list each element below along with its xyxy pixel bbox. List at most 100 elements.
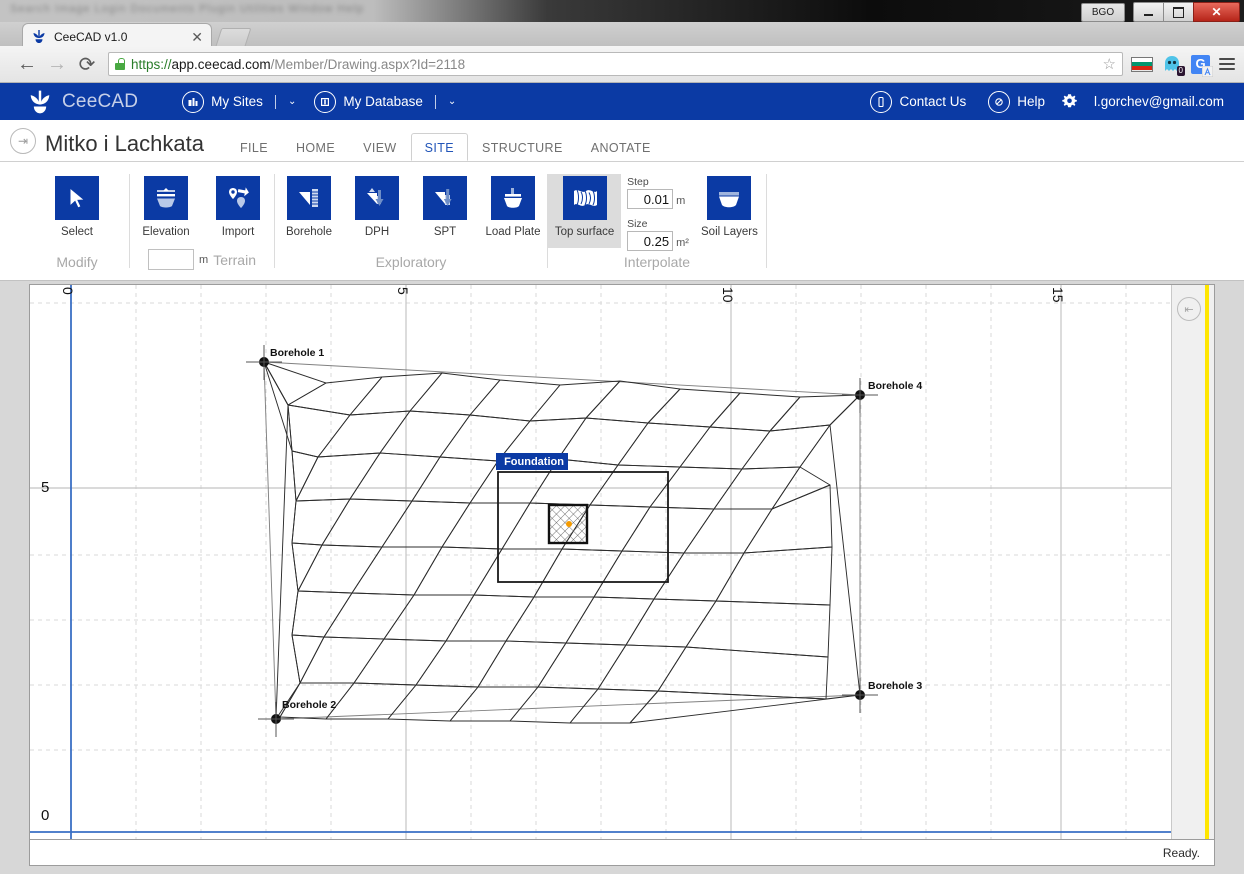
browser-navbar: ← → ⟳ https://app.ceecad.com/Member/Draw… (0, 46, 1244, 83)
terrain-elevation-input[interactable] (148, 249, 195, 270)
right-side-panel: ⇤ (1171, 285, 1214, 839)
browser-tabstrip: CeeCAD v1.0 ✕ (0, 22, 1244, 49)
tab-structure[interactable]: STRUCTURE (468, 133, 577, 161)
nav-contact-us[interactable]: Contact Us (870, 90, 967, 113)
ghostery-icon[interactable]: 0 (1162, 54, 1185, 76)
page-title: Mitko i Lachkata (45, 131, 204, 156)
tool-soil-layers-label: Soil Layers (701, 226, 758, 238)
minimize-button[interactable] (1133, 2, 1164, 22)
window-controls: BGO ✕ (1081, 2, 1240, 22)
import-pin-icon (216, 176, 260, 220)
reload-icon[interactable]: ⟳ (72, 49, 102, 79)
load-plate-icon (491, 176, 535, 220)
bgo-language-button[interactable]: BGO (1081, 2, 1125, 22)
tab-site[interactable]: SITE (410, 133, 469, 161)
brand[interactable]: CeeCAD (27, 89, 138, 115)
size-label: Size (627, 218, 648, 230)
dph-icon (355, 176, 399, 220)
nav-contact-us-label: Contact Us (899, 94, 967, 109)
footing-center-marker (566, 521, 572, 527)
google-translate-icon[interactable]: G (1191, 54, 1213, 77)
forward-arrow-icon[interactable]: → (42, 49, 72, 79)
borehole-icon (287, 176, 331, 220)
tool-dph-label: DPH (364, 226, 390, 238)
phone-icon (870, 90, 893, 113)
close-icon[interactable]: ✕ (191, 30, 203, 44)
tool-top-surface[interactable]: Top surface (548, 174, 622, 248)
ribbon-group-terrain: Elevation Import m Terrain (130, 162, 274, 280)
ribbon-group-interpolate-label: Interpolate (623, 254, 691, 270)
tool-import[interactable]: Import (202, 174, 274, 238)
brand-name: CeeCAD (62, 90, 139, 112)
top-surface-icon (562, 176, 607, 220)
tab-home[interactable]: HOME (282, 133, 349, 161)
panel-collapse-icon[interactable]: ⇤ (1177, 297, 1201, 321)
tool-select[interactable]: Select (40, 174, 114, 238)
cursor-arrow-icon (55, 176, 99, 220)
nav-help[interactable]: Help (988, 90, 1045, 113)
status-bar: Ready. (29, 840, 1215, 866)
app-header-right: Contact Us Help l.gorchev@gmail.com (870, 90, 1224, 113)
tool-select-label: Select (61, 226, 93, 238)
ribbon-group-modify: Select Modify (25, 162, 129, 280)
gear-icon[interactable] (1061, 93, 1078, 110)
tab-file[interactable]: FILE (226, 133, 282, 161)
tool-elevation[interactable]: Elevation (130, 174, 202, 238)
bookmark-star-icon[interactable]: ☆ (1103, 55, 1116, 73)
browser-tab-title: CeeCAD v1.0 (54, 29, 128, 44)
chevron-down-icon[interactable]: ⌄ (448, 96, 456, 107)
size-field-group: Size 0.25 m² (627, 218, 689, 251)
drawing-canvas[interactable]: Foundation Borehole 1 Borehole 4 Borehol… (29, 284, 1215, 840)
size-unit: m² (676, 237, 689, 249)
minor-gridlines (30, 285, 1214, 839)
elevation-icon (144, 176, 188, 220)
sites-building-icon (182, 90, 205, 113)
nav-help-label: Help (1017, 94, 1045, 109)
foundation-label: Foundation (504, 455, 564, 468)
major-gridlines (30, 285, 1214, 839)
nav-my-database-label: My Database (343, 94, 423, 109)
panel-scroll-indicator[interactable] (1205, 285, 1209, 839)
bulgarian-flag-icon[interactable] (1131, 56, 1153, 72)
url-path: /Member/Drawing.aspx?Id=2118 (270, 56, 466, 72)
tool-load-plate[interactable]: Load Plate (479, 174, 547, 238)
app-nav: My Sites ⌄ My Database ⌄ (182, 90, 456, 113)
interpolate-fields: Step 0.01 m Size 0.25 m² (627, 174, 689, 251)
soil-layers-icon (707, 176, 752, 220)
tab-view[interactable]: VIEW (349, 133, 411, 161)
back-arrow-icon[interactable]: ← (12, 49, 42, 79)
size-input[interactable]: 0.25 (627, 231, 674, 251)
maximize-button[interactable] (1163, 2, 1194, 22)
background-window-menu: Search Image Login Documents Plugin Util… (10, 3, 365, 15)
tool-borehole-label: Borehole (285, 226, 333, 238)
terrain-elevation-row: m Terrain (130, 249, 274, 280)
site-plan-svg (30, 285, 1214, 839)
origin-axes (30, 285, 1214, 839)
user-email[interactable]: l.gorchev@gmail.com (1094, 94, 1224, 109)
tool-dph[interactable]: DPH (343, 174, 411, 238)
nav-my-database[interactable]: My Database (314, 90, 423, 113)
nav-my-sites[interactable]: My Sites (182, 90, 263, 113)
step-unit: m (676, 195, 686, 207)
database-column-icon (314, 90, 337, 113)
url-host: app.ceecad.com (171, 56, 271, 72)
tool-spt[interactable]: SPT (411, 174, 479, 238)
borehole-1-label: Borehole 1 (270, 347, 325, 359)
ceecad-logo-icon (30, 90, 50, 113)
ribbon-collapse-icon[interactable]: ⇥ (10, 128, 36, 154)
close-window-button[interactable]: ✕ (1193, 2, 1240, 22)
browser-menu-icon[interactable] (1219, 58, 1235, 70)
ribbon-header: ⇥ Mitko i Lachkata FILE HOME VIEW SITE S… (0, 120, 1244, 161)
url-scheme: https:// (131, 56, 172, 72)
ceecad-favicon-icon (31, 29, 47, 45)
tool-spt-label: SPT (433, 226, 457, 238)
address-bar[interactable]: https://app.ceecad.com/Member/Drawing.as… (108, 52, 1123, 76)
step-label: Step (627, 176, 649, 188)
step-input[interactable]: 0.01 (627, 189, 674, 209)
tool-borehole[interactable]: Borehole (275, 174, 343, 238)
chevron-down-icon[interactable]: ⌄ (288, 96, 296, 107)
borehole-2-label: Borehole 2 (282, 699, 337, 711)
screen-root: { "window": { "bgo_label": "BGO", "minim… (0, 0, 1244, 874)
tool-soil-layers[interactable]: Soil Layers (693, 174, 766, 238)
tab-anotate[interactable]: ANOTATE (577, 133, 665, 161)
